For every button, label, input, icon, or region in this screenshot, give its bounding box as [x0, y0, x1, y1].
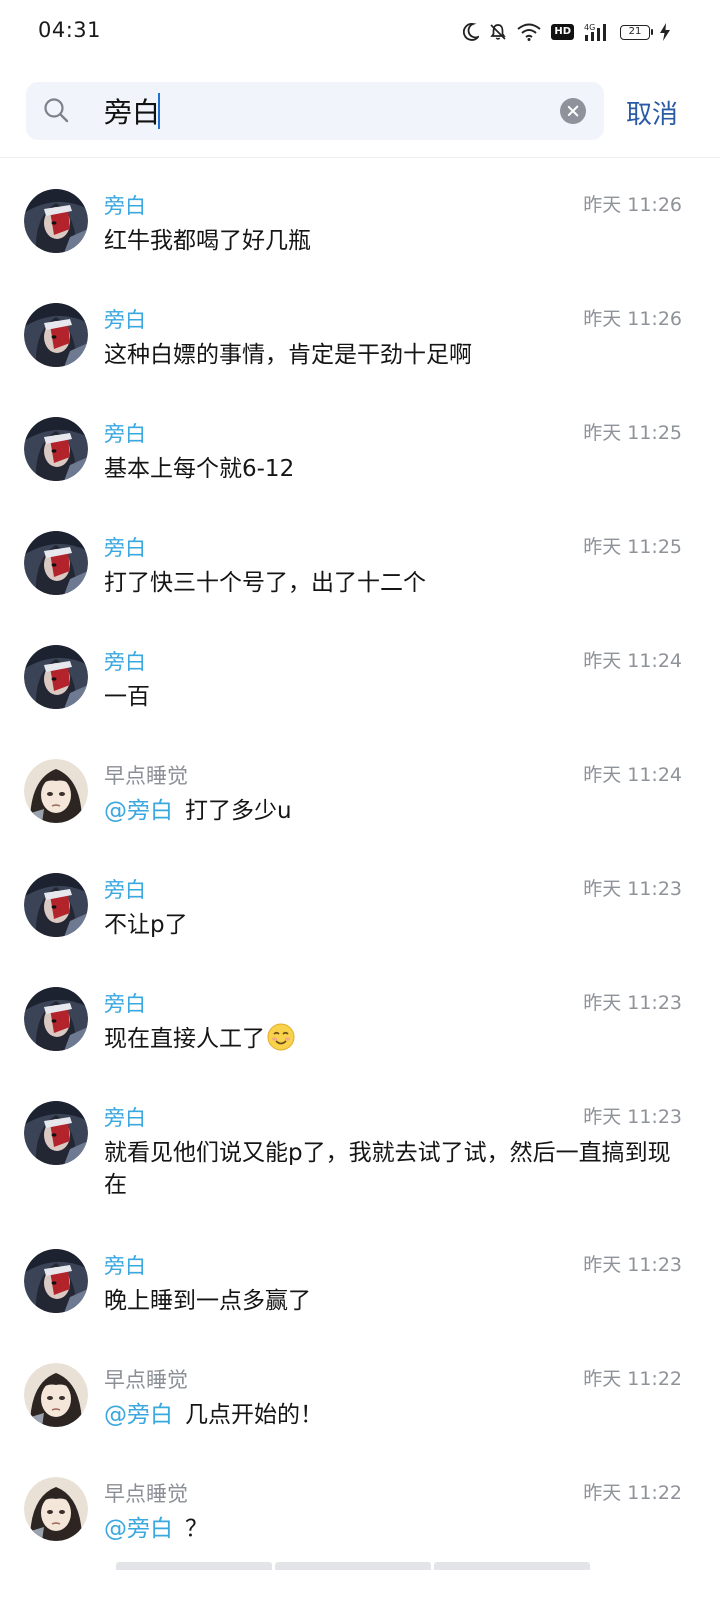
message-time: 昨天 11:25	[583, 422, 682, 444]
message-text: @旁白 ？	[104, 1513, 684, 1545]
mention-name: 旁白	[127, 1402, 173, 1428]
message-time: 昨天 11:22	[583, 1482, 682, 1504]
avatar[interactable]	[24, 645, 88, 709]
message-text: 现在直接人工了	[104, 1023, 684, 1055]
search-result-item[interactable]: 旁白 昨天 11:26 这种白嫖的事情，肯定是干劲十足啊	[0, 272, 720, 386]
avatar[interactable]	[24, 1101, 88, 1165]
sender-name: 早点睡觉	[104, 1368, 188, 1392]
mention-at: @	[104, 1402, 127, 1428]
avatar[interactable]	[24, 1249, 88, 1313]
search-result-item[interactable]: 旁白 昨天 11:23 现在直接人工了	[0, 956, 720, 1070]
sender-name: 旁白	[104, 1254, 146, 1278]
avatar[interactable]	[24, 987, 88, 1051]
result-list: 旁白 昨天 11:26 红牛我都喝了好几瓶 旁白 昨天 11:26 这种白嫖的事情，肯定是…	[0, 158, 720, 1560]
search-result-item[interactable]: 早点睡觉 昨天 11:22 @旁白 ？	[0, 1446, 720, 1560]
message-text: @旁白 几点开始的！	[104, 1399, 684, 1431]
sender-name: 旁白	[104, 308, 146, 332]
message-time: 昨天 11:23	[583, 1106, 682, 1128]
clear-icon[interactable]	[560, 98, 586, 124]
message-content: ？	[185, 1516, 208, 1542]
search-result-item[interactable]: 早点睡觉 昨天 11:24 @旁白 打了多少u	[0, 728, 720, 842]
message-text: 晚上睡到一点多赢了	[104, 1285, 684, 1317]
message-text: 这种白嫖的事情，肯定是干劲十足啊	[104, 339, 684, 371]
message-text: 基本上每个就6-12	[104, 453, 684, 485]
signal-4g-icon: 4G	[584, 23, 606, 41]
sender-name: 旁白	[104, 650, 146, 674]
message-text: 红牛我都喝了好几瓶	[104, 225, 684, 257]
message-time: 昨天 11:24	[583, 764, 682, 786]
message-time: 昨天 11:25	[583, 536, 682, 558]
search-input[interactable]	[78, 82, 548, 140]
message-content: 几点开始的！	[185, 1402, 323, 1428]
avatar[interactable]	[24, 759, 88, 823]
text-cursor	[158, 93, 160, 129]
bottom-scroll-handle	[116, 1562, 590, 1570]
message-content: 一百	[104, 684, 150, 710]
avatar[interactable]	[24, 1477, 88, 1541]
message-time: 昨天 11:23	[583, 878, 682, 900]
search-result-item[interactable]: 旁白 昨天 11:23 就看见他们说又能p了，我就去试了试，然后一直搞到现在	[0, 1070, 720, 1218]
smile-emoji-icon	[267, 1023, 295, 1051]
message-text: 一百	[104, 681, 684, 713]
moon-icon	[463, 23, 480, 41]
message-content: 打了多少u	[185, 798, 292, 824]
message-content: 晚上睡到一点多赢了	[104, 1288, 311, 1314]
message-content: 现在直接人工了	[104, 1026, 265, 1052]
search-result-item[interactable]: 旁白 昨天 11:24 一百	[0, 614, 720, 728]
mention-at: @	[104, 1516, 127, 1542]
message-time: 昨天 11:22	[583, 1368, 682, 1390]
mention-name: 旁白	[127, 1516, 173, 1542]
status-icons: HD 4G 21	[463, 20, 670, 44]
message-content: 就看见他们说又能p了，我就去试了试，然后一直搞到现在	[104, 1140, 671, 1198]
wifi-icon	[517, 23, 541, 41]
message-text: 不让p了	[104, 909, 684, 941]
avatar[interactable]	[24, 531, 88, 595]
svg-text:4G: 4G	[584, 23, 595, 32]
message-time: 昨天 11:24	[583, 650, 682, 672]
sender-name: 旁白	[104, 194, 146, 218]
sender-name: 旁白	[104, 422, 146, 446]
status-time: 04:31	[38, 18, 102, 42]
search-icon	[44, 98, 69, 123]
mute-bell-icon	[490, 24, 507, 40]
avatar[interactable]	[24, 1363, 88, 1427]
mention-name: 旁白	[127, 798, 173, 824]
message-text: 就看见他们说又能p了，我就去试了试，然后一直搞到现在	[104, 1137, 684, 1201]
message-time: 昨天 11:23	[583, 992, 682, 1014]
message-time: 昨天 11:26	[583, 194, 682, 216]
search-result-item[interactable]: 旁白 昨天 11:25 基本上每个就6-12	[0, 386, 720, 500]
avatar[interactable]	[24, 417, 88, 481]
cancel-button[interactable]: 取消	[626, 94, 678, 131]
avatar[interactable]	[24, 303, 88, 367]
search-result-item[interactable]: 旁白 昨天 11:26 红牛我都喝了好几瓶	[0, 158, 720, 272]
message-content: 打了快三十个号了，出了十二个	[104, 570, 426, 596]
message-text: @旁白 打了多少u	[104, 795, 684, 827]
message-content: 不让p了	[104, 912, 188, 938]
sender-name: 旁白	[104, 1106, 146, 1130]
sender-name: 旁白	[104, 992, 146, 1016]
hd-icon: HD	[551, 24, 574, 40]
message-content: 这种白嫖的事情，肯定是干劲十足啊	[104, 342, 472, 368]
avatar[interactable]	[24, 189, 88, 253]
battery-icon: 21	[620, 24, 653, 40]
mention-at: @	[104, 798, 127, 824]
search-result-item[interactable]: 旁白 昨天 11:25 打了快三十个号了，出了十二个	[0, 500, 720, 614]
avatar[interactable]	[24, 873, 88, 937]
search-result-item[interactable]: 早点睡觉 昨天 11:22 @旁白 几点开始的！	[0, 1332, 720, 1446]
message-time: 昨天 11:23	[583, 1254, 682, 1276]
search-result-item[interactable]: 旁白 昨天 11:23 不让p了	[0, 842, 720, 956]
search-header: 取消	[0, 82, 720, 140]
message-text: 打了快三十个号了，出了十二个	[104, 567, 684, 599]
sender-name: 早点睡觉	[104, 1482, 188, 1506]
message-content: 红牛我都喝了好几瓶	[104, 228, 311, 254]
sender-name: 旁白	[104, 536, 146, 560]
search-box[interactable]	[26, 82, 604, 140]
message-time: 昨天 11:26	[583, 308, 682, 330]
charging-icon	[660, 23, 670, 41]
message-content: 基本上每个就6-12	[104, 456, 295, 482]
search-result-item[interactable]: 旁白 昨天 11:23 晚上睡到一点多赢了	[0, 1218, 720, 1332]
status-bar: 04:31 HD 4G 21	[0, 0, 720, 64]
sender-name: 旁白	[104, 878, 146, 902]
sender-name: 早点睡觉	[104, 764, 188, 788]
